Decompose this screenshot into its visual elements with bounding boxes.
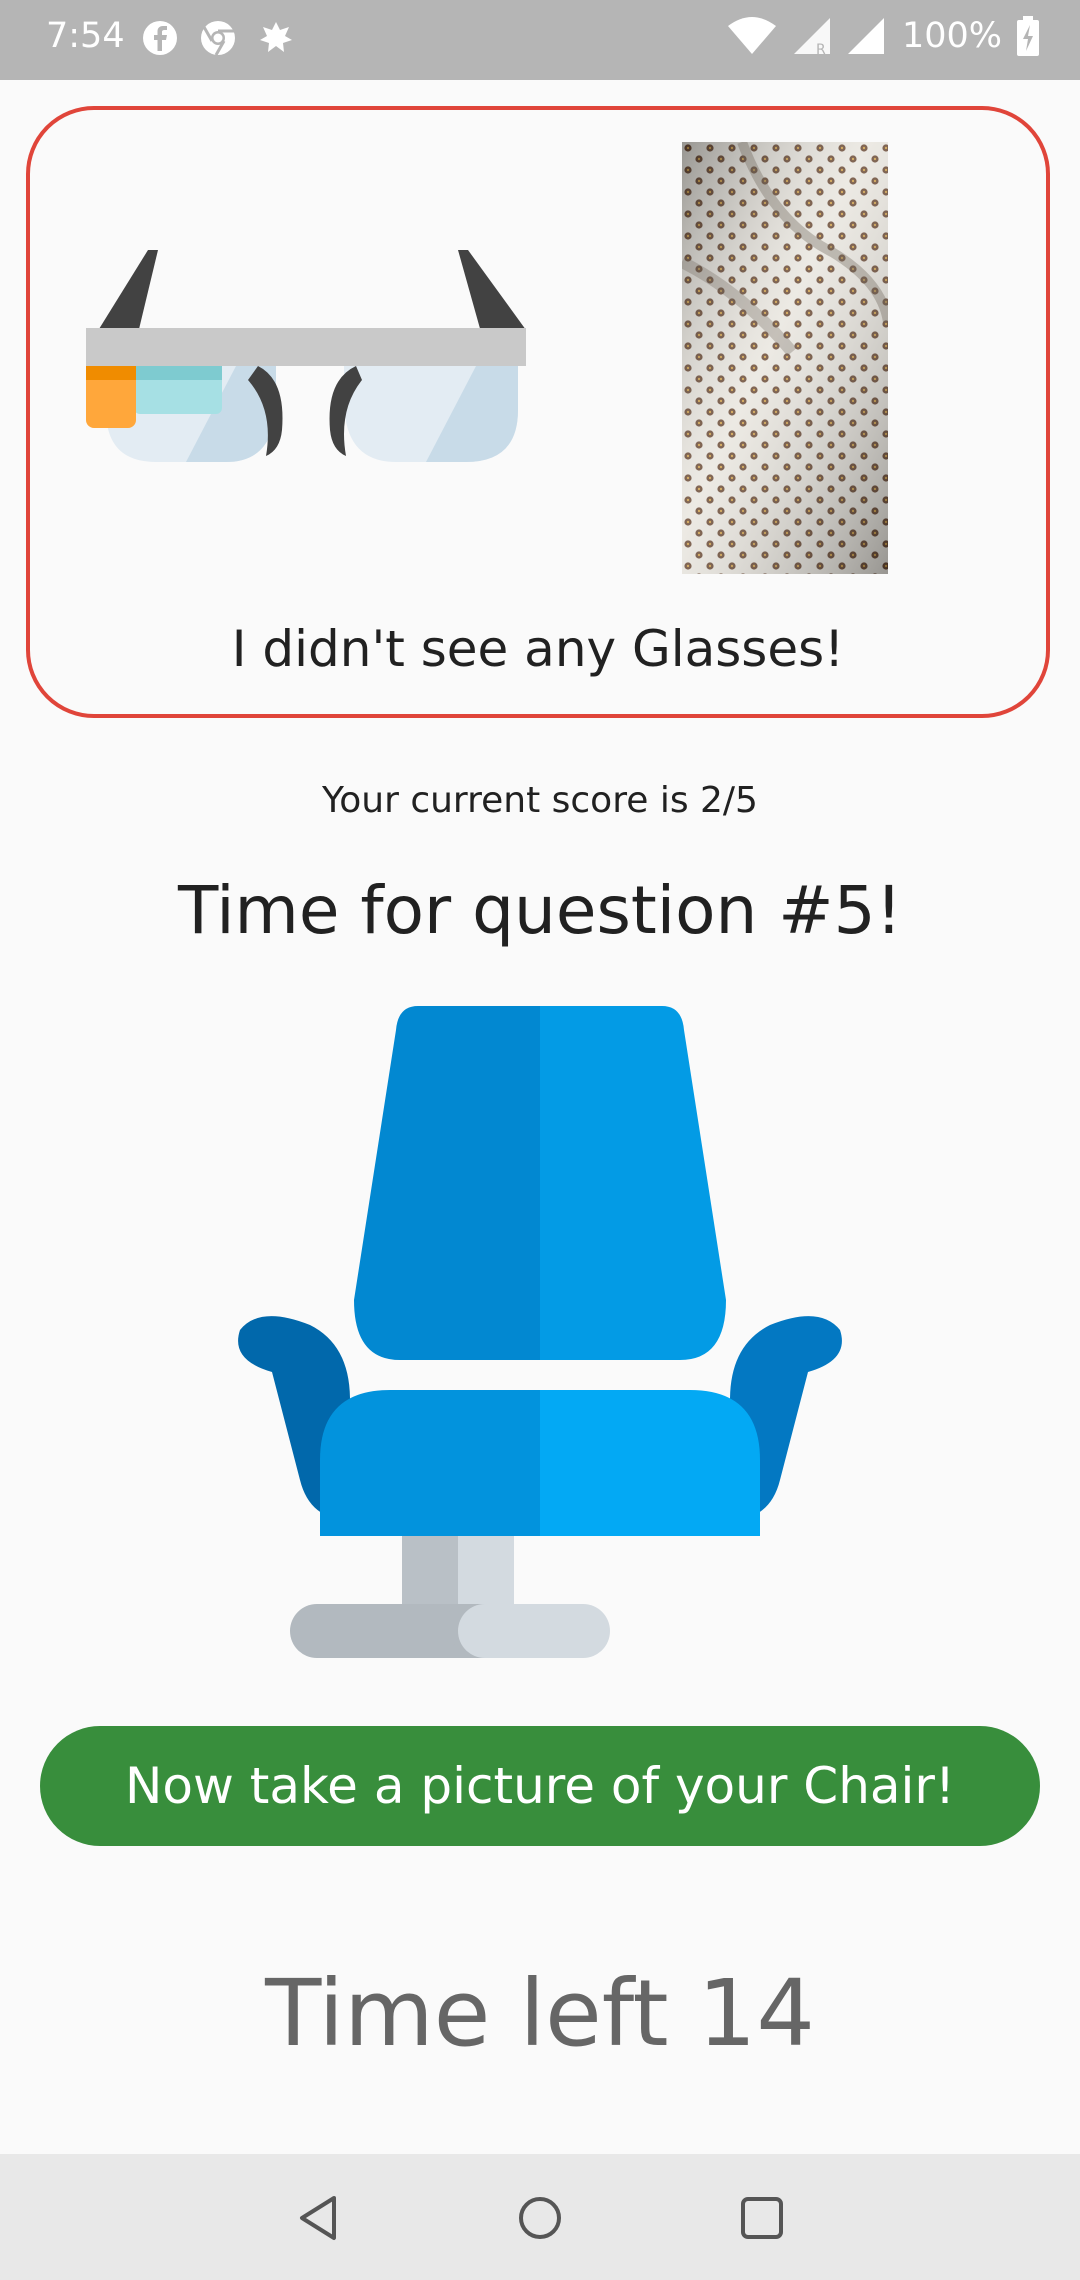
result-message: I didn't see any Glasses! xyxy=(231,620,845,678)
status-bar: 7:54 R 100% xyxy=(0,0,1080,80)
home-icon[interactable] xyxy=(514,2192,566,2244)
question-title: Time for question #5! xyxy=(177,872,903,949)
back-icon[interactable] xyxy=(294,2192,346,2244)
battery-charging-icon xyxy=(1017,16,1039,56)
patterned-fabric-photo xyxy=(682,142,888,574)
status-time: 7:54 xyxy=(46,16,125,56)
result-card: I didn't see any Glasses! xyxy=(26,106,1050,718)
smart-glasses-icon xyxy=(86,250,526,462)
signal-icon xyxy=(847,18,884,54)
score-text: Your current score is 2/5 xyxy=(322,780,758,821)
take-picture-button[interactable]: Now take a picture of your Chair! xyxy=(40,1726,1040,1846)
notification-icon xyxy=(260,22,292,52)
facebook-icon xyxy=(143,21,177,55)
signal-roaming-icon: R xyxy=(793,18,830,58)
chair-icon xyxy=(238,1006,842,1658)
wifi-icon xyxy=(727,17,776,54)
recents-icon[interactable] xyxy=(736,2192,788,2244)
chrome-icon xyxy=(201,21,235,56)
battery-percent: 100% xyxy=(901,16,1002,56)
system-icons: R 100% xyxy=(724,14,1040,58)
time-left: Time left 14 xyxy=(265,1960,815,2067)
notification-icons xyxy=(140,18,296,58)
svg-text:R: R xyxy=(816,42,826,58)
navigation-bar xyxy=(0,2154,1080,2280)
